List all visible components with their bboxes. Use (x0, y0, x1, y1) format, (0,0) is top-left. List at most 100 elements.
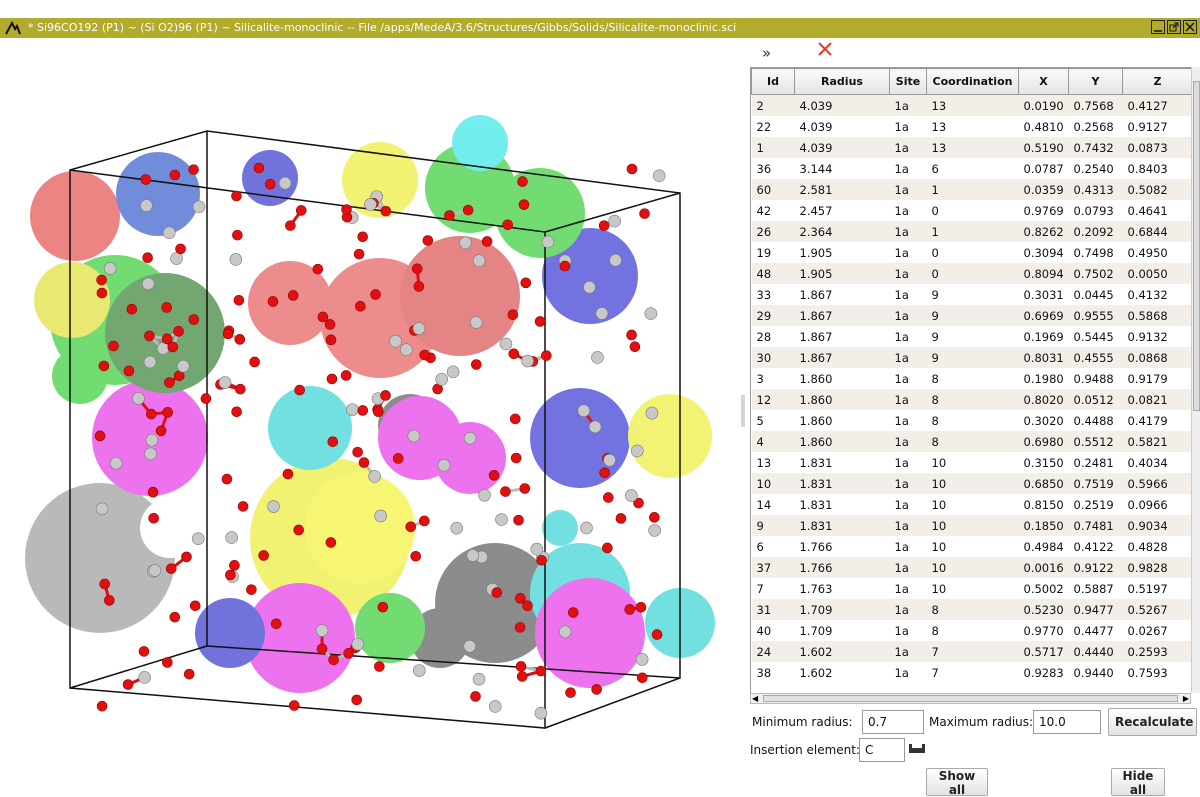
table-row[interactable]: 61.7661a100.49840.41220.4828 (752, 536, 1193, 557)
table-row[interactable]: 481.9051a00.80940.75020.0050 (752, 263, 1193, 284)
cell-z: 0.8403 (1123, 158, 1193, 179)
table-row[interactable]: 331.8671a90.30310.04450.4132 (752, 284, 1193, 305)
close-icon[interactable] (1183, 20, 1197, 34)
column-header-z[interactable]: Z (1123, 69, 1193, 95)
cell-radius: 4.039 (795, 95, 890, 117)
cell-y: 0.0445 (1069, 284, 1123, 305)
cell-y: 0.4477 (1069, 620, 1123, 641)
cell-z: 0.4641 (1123, 200, 1193, 221)
cell-z: 0.6844 (1123, 221, 1193, 242)
table-row[interactable]: 371.7661a100.00160.91220.9828 (752, 557, 1193, 578)
cell-coordination: 9 (927, 305, 1019, 326)
cell-coordination: 0 (927, 242, 1019, 263)
column-header-id[interactable]: Id (752, 69, 795, 95)
cell-radius: 1.860 (795, 410, 890, 431)
table-row[interactable]: 131.8311a100.31500.24810.4034 (752, 452, 1193, 473)
cell-radius: 1.860 (795, 389, 890, 410)
table-row[interactable]: 24.0391a130.01900.75680.4127 (752, 95, 1193, 117)
table-row[interactable]: 41.8601a80.69800.55120.5821 (752, 431, 1193, 452)
structure-canvas[interactable] (0, 38, 738, 794)
cell-site: 1a (890, 116, 927, 137)
horizontal-scrollbar[interactable]: ◀ ▶ (750, 693, 1191, 704)
cell-id: 40 (752, 620, 795, 641)
max-radius-input[interactable] (1033, 710, 1101, 734)
cell-radius: 4.039 (795, 137, 890, 158)
table-row[interactable]: 363.1441a60.07870.25400.8403 (752, 158, 1193, 179)
cell-z: 0.5267 (1123, 599, 1193, 620)
max-radius-label: Maximum radius: (929, 715, 1033, 729)
window-titlebar: * Si96CO192 (P1) ~ (Si O2)96 (P1) ~ Sili… (0, 18, 1200, 38)
table-row[interactable]: 422.4571a00.97690.07930.4641 (752, 200, 1193, 221)
insertion-element-label: Insertion element: (750, 743, 860, 757)
cell-y: 0.2481 (1069, 452, 1123, 473)
table-row[interactable]: 281.8671a90.19690.54450.9132 (752, 326, 1193, 347)
double-chevron-right-icon[interactable]: » (762, 44, 771, 62)
table-row[interactable]: 31.8601a80.19800.94880.9179 (752, 368, 1193, 389)
hide-all-button[interactable]: Hide all (1111, 768, 1165, 796)
table-row[interactable]: 401.7091a80.97700.44770.0267 (752, 620, 1193, 641)
table-header-row: Id Radius Site Coordination X Y Z (752, 69, 1193, 95)
structure-viewer[interactable] (0, 38, 738, 794)
table-row[interactable]: 51.8601a80.30200.44880.4179 (752, 410, 1193, 431)
column-header-radius[interactable]: Radius (795, 69, 890, 95)
table-row[interactable]: 311.7091a80.52300.94770.5267 (752, 599, 1193, 620)
table-row[interactable]: 71.7631a100.50020.58870.5197 (752, 578, 1193, 599)
show-all-button[interactable]: Show all (926, 768, 988, 796)
cell-site: 1a (890, 200, 927, 221)
cell-x: 0.3031 (1019, 284, 1069, 305)
cell-radius: 1.831 (795, 494, 890, 515)
table-row[interactable]: 602.5811a10.03590.43130.5082 (752, 179, 1193, 200)
column-header-site[interactable]: Site (890, 69, 927, 95)
cell-site: 1a (890, 368, 927, 389)
cell-coordination: 1 (927, 179, 1019, 200)
column-header-coordination[interactable]: Coordination (927, 69, 1019, 95)
red-x-icon[interactable] (816, 40, 836, 60)
cell-radius: 2.457 (795, 200, 890, 221)
recalculate-button[interactable]: Recalculate (1108, 708, 1197, 736)
cell-id: 37 (752, 557, 795, 578)
table-row[interactable]: 91.8311a100.18500.74810.9034 (752, 515, 1193, 536)
table-row[interactable]: 224.0391a130.48100.25680.9127 (752, 116, 1193, 137)
cell-y: 0.4122 (1069, 536, 1123, 557)
cell-coordination: 10 (927, 515, 1019, 536)
scroll-right-icon[interactable]: ▶ (1183, 694, 1189, 703)
cell-z: 0.4828 (1123, 536, 1193, 557)
cell-coordination: 13 (927, 95, 1019, 117)
cell-coordination: 9 (927, 326, 1019, 347)
min-radius-input[interactable] (862, 710, 924, 734)
cell-z: 0.9127 (1123, 116, 1193, 137)
table-row[interactable]: 141.8311a100.81500.25190.0966 (752, 494, 1193, 515)
table-row[interactable]: 14.0391a130.51900.74320.0873 (752, 137, 1193, 158)
window-title: * Si96CO192 (P1) ~ (Si O2)96 (P1) ~ Sili… (28, 18, 736, 38)
cell-radius: 1.831 (795, 452, 890, 473)
vertical-scroll-thumb[interactable] (1193, 81, 1200, 411)
periodic-table-icon[interactable] (909, 740, 925, 759)
cell-coordination: 13 (927, 137, 1019, 158)
cell-id: 38 (752, 662, 795, 683)
insertion-element-input[interactable] (859, 738, 905, 762)
table-row[interactable]: 101.8311a100.68500.75190.5966 (752, 473, 1193, 494)
vertical-scrollbar[interactable] (1191, 67, 1200, 693)
table-row[interactable]: 191.9051a00.30940.74980.4950 (752, 242, 1193, 263)
splitter-handle[interactable] (741, 395, 745, 427)
minimize-icon[interactable] (1151, 20, 1165, 34)
cell-coordination: 10 (927, 452, 1019, 473)
scroll-left-icon[interactable]: ◀ (752, 694, 758, 703)
table-row[interactable]: 381.6021a70.92830.94400.7593 (752, 662, 1193, 683)
cell-z: 0.4132 (1123, 284, 1193, 305)
cell-z: 0.5082 (1123, 179, 1193, 200)
horizontal-scroll-thumb[interactable] (763, 695, 1178, 702)
voids-table[interactable]: Id Radius Site Coordination X Y Z 24.039… (750, 67, 1192, 694)
column-header-y[interactable]: Y (1069, 69, 1123, 95)
cell-radius: 2.581 (795, 179, 890, 200)
column-header-x[interactable]: X (1019, 69, 1069, 95)
cell-z: 0.0267 (1123, 620, 1193, 641)
cell-coordination: 10 (927, 473, 1019, 494)
maximize-icon[interactable] (1167, 20, 1181, 34)
table-row[interactable]: 301.8671a90.80310.45550.0868 (752, 347, 1193, 368)
cell-id: 19 (752, 242, 795, 263)
table-row[interactable]: 262.3641a10.82620.20920.6844 (752, 221, 1193, 242)
table-row[interactable]: 291.8671a90.69690.95550.5868 (752, 305, 1193, 326)
table-row[interactable]: 241.6021a70.57170.44400.2593 (752, 641, 1193, 662)
table-row[interactable]: 121.8601a80.80200.05120.0821 (752, 389, 1193, 410)
